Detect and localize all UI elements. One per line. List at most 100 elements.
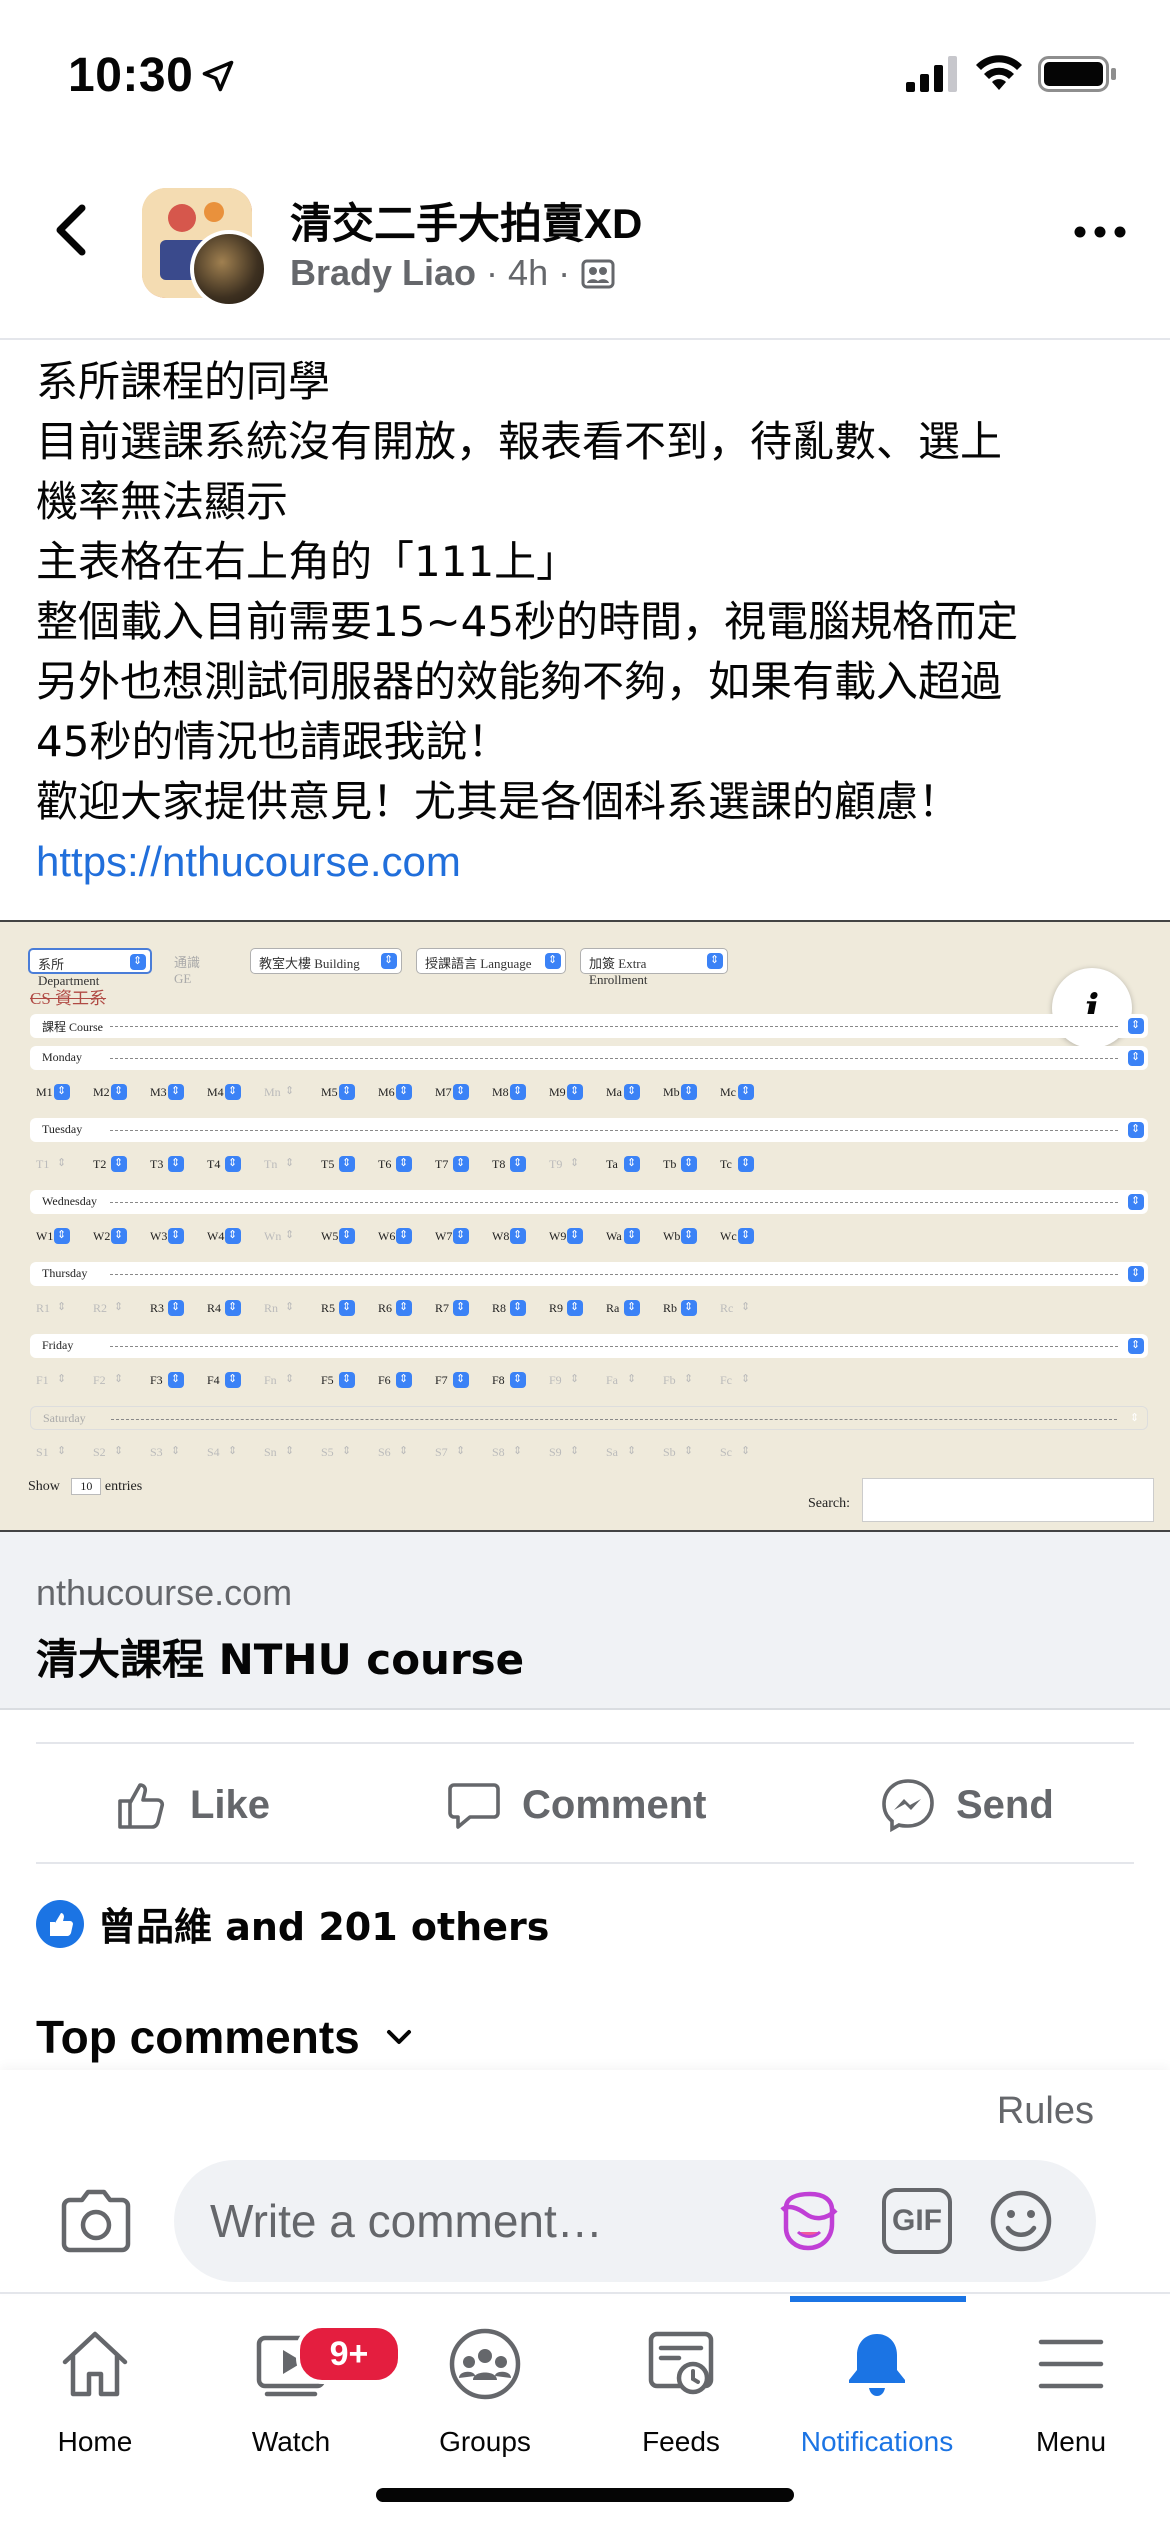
select-arrow-icon bbox=[624, 1156, 640, 1172]
select-arrow-icon bbox=[510, 1156, 526, 1172]
preview-slot-select: T8 bbox=[486, 1152, 530, 1178]
preview-row-divider bbox=[110, 1130, 1118, 1131]
bell-icon bbox=[849, 2334, 905, 2396]
post-action-bar: Like Comment Send bbox=[36, 1742, 1134, 1864]
preview-slot-select: F7 bbox=[429, 1368, 473, 1394]
select-arrow-icon bbox=[707, 953, 723, 969]
preview-slot-label: R6 bbox=[378, 1301, 393, 1315]
group-name[interactable]: 清交二手大拍賣XD bbox=[290, 190, 642, 251]
preview-slot-label: F8 bbox=[492, 1373, 505, 1387]
preview-slot-label: M2 bbox=[93, 1085, 110, 1099]
preview-filter-label: 教室大樓 Building bbox=[259, 956, 360, 971]
select-arrow-icon bbox=[738, 1444, 754, 1460]
select-arrow-icon bbox=[567, 1084, 583, 1100]
preview-slot-label: W5 bbox=[321, 1229, 339, 1243]
preview-filter-department: 系所 Department bbox=[28, 948, 152, 988]
preview-slot-row: T1 T2 T3 T4 Tn T5 T6 T7 T8 T9 Ta Tb Tc bbox=[30, 1152, 758, 1178]
home-icon bbox=[62, 2331, 128, 2397]
preview-slot-label: Wc bbox=[720, 1229, 737, 1243]
comment-input[interactable]: Write a comment… GIF bbox=[174, 2160, 1096, 2282]
status-bar: 10:30 bbox=[0, 0, 1170, 150]
emoji-icon[interactable] bbox=[986, 2188, 1056, 2254]
tab-watch[interactable]: 9+ Watch bbox=[206, 2324, 402, 2476]
preview-slot-select: Rc bbox=[714, 1296, 758, 1322]
preview-slot-select: Mb bbox=[657, 1080, 701, 1106]
select-arrow-icon bbox=[111, 1156, 127, 1172]
preview-show-value: 10 bbox=[71, 1478, 102, 1495]
send-button[interactable]: Send bbox=[878, 1770, 1054, 1840]
select-arrow-icon bbox=[282, 1156, 298, 1172]
select-arrow-icon bbox=[282, 1300, 298, 1316]
preview-slot-select: W3 bbox=[144, 1224, 188, 1250]
preview-slot-row: F1 F2 F3 F4 Fn F5 F6 F7 F8 F9 Fa Fb Fc bbox=[30, 1368, 758, 1394]
camera-icon[interactable] bbox=[58, 2188, 134, 2256]
preview-slot-select: M9 bbox=[543, 1080, 587, 1106]
post-line: 另外也想測試伺服器的效能夠不夠，如果有載入超過 bbox=[36, 657, 1003, 706]
preview-slot-label: W6 bbox=[378, 1229, 396, 1243]
select-arrow-icon bbox=[111, 1228, 127, 1244]
tab-menu[interactable]: Menu bbox=[986, 2326, 1156, 2476]
preview-slot-label: Sn bbox=[264, 1445, 277, 1459]
preview-slot-label: R7 bbox=[435, 1301, 450, 1315]
preview-slot-label: T9 bbox=[549, 1157, 563, 1171]
select-arrow-icon bbox=[282, 1084, 298, 1100]
select-arrow-icon bbox=[681, 1228, 697, 1244]
select-arrow-icon bbox=[567, 1372, 583, 1388]
preview-slot-label: W1 bbox=[36, 1229, 54, 1243]
reactions-summary[interactable]: 曾品維 and 201 others bbox=[36, 1896, 549, 1951]
preview-slot-select: R6 bbox=[372, 1296, 416, 1322]
preview-row-divider bbox=[110, 1202, 1118, 1203]
reactions-text: 曾品維 and 201 others bbox=[98, 1905, 550, 1949]
preview-slot-select: F2 bbox=[87, 1368, 131, 1394]
author-name[interactable]: Brady Liao bbox=[290, 252, 476, 294]
preview-slot-select: W9 bbox=[543, 1224, 587, 1250]
preview-slot-select: F9 bbox=[543, 1368, 587, 1394]
tab-notifications[interactable]: Notifications bbox=[792, 2326, 962, 2476]
select-arrow-icon bbox=[225, 1444, 241, 1460]
preview-day-row: Monday bbox=[30, 1046, 1148, 1070]
tab-feeds[interactable]: Feeds bbox=[596, 2326, 766, 2476]
comment-button[interactable]: Comment bbox=[444, 1770, 706, 1840]
more-options-icon[interactable] bbox=[1070, 222, 1130, 242]
home-indicator[interactable] bbox=[376, 2488, 794, 2502]
link-preview-image[interactable]: 系所 Department 通識 GE 教室大樓 Building 授課語言 L… bbox=[0, 920, 1170, 1532]
like-label: Like bbox=[190, 1782, 271, 1827]
post-link[interactable]: https://nthucourse.com bbox=[36, 832, 1146, 892]
author-avatar[interactable] bbox=[190, 230, 268, 308]
avatar-sticker-icon[interactable] bbox=[774, 2188, 844, 2254]
notification-count-badge: 9+ bbox=[296, 2324, 402, 2384]
preview-slot-select: S1 bbox=[30, 1440, 74, 1466]
tab-home[interactable]: Home bbox=[10, 2326, 180, 2476]
preview-slot-select: Tc bbox=[714, 1152, 758, 1178]
tab-groups[interactable]: Groups bbox=[400, 2326, 570, 2476]
preview-slot-select: W4 bbox=[201, 1224, 245, 1250]
preview-slot-select: Sb bbox=[657, 1440, 701, 1466]
wifi-icon bbox=[976, 55, 1022, 90]
like-button[interactable]: Like bbox=[112, 1770, 270, 1840]
back-chevron-icon[interactable] bbox=[46, 200, 96, 260]
tab-label: Watch bbox=[251, 2426, 331, 2457]
post-header: 清交二手大拍賣XD Brady Liao · 4h · bbox=[0, 160, 1170, 340]
preview-slot-select: F8 bbox=[486, 1368, 530, 1394]
post-line: 目前選課系統沒有開放，報表看不到，待亂數、選上 bbox=[36, 417, 1003, 466]
active-tab-indicator bbox=[790, 2296, 966, 2302]
gif-button[interactable]: GIF bbox=[882, 2188, 952, 2254]
preview-slot-select: F5 bbox=[315, 1368, 359, 1394]
preview-slot-label: S9 bbox=[549, 1445, 562, 1459]
preview-search-box bbox=[862, 1478, 1154, 1522]
preview-slot-row: S1 S2 S3 S4 Sn S5 S6 S7 S8 S9 Sa Sb Sc bbox=[30, 1440, 758, 1466]
preview-row-divider bbox=[111, 1419, 1117, 1420]
groups-icon bbox=[449, 2328, 521, 2400]
link-card[interactable]: nthucourse.com 清大課程 NTHU course bbox=[0, 1532, 1170, 1710]
preview-slot-select: R9 bbox=[543, 1296, 587, 1322]
comment-sort-dropdown[interactable]: Top comments bbox=[36, 2010, 414, 2064]
preview-slot-select: M4 bbox=[201, 1080, 245, 1106]
meta-separator: · bbox=[558, 252, 571, 293]
group-rules-link[interactable]: Rules bbox=[997, 2090, 1094, 2133]
select-arrow-icon bbox=[111, 1372, 127, 1388]
preview-slot-select: W5 bbox=[315, 1224, 359, 1250]
select-arrow-icon bbox=[1128, 1194, 1144, 1210]
select-arrow-icon bbox=[1127, 1411, 1143, 1427]
preview-slot-select: Fa bbox=[600, 1368, 644, 1394]
meta-separator: · bbox=[486, 252, 499, 293]
